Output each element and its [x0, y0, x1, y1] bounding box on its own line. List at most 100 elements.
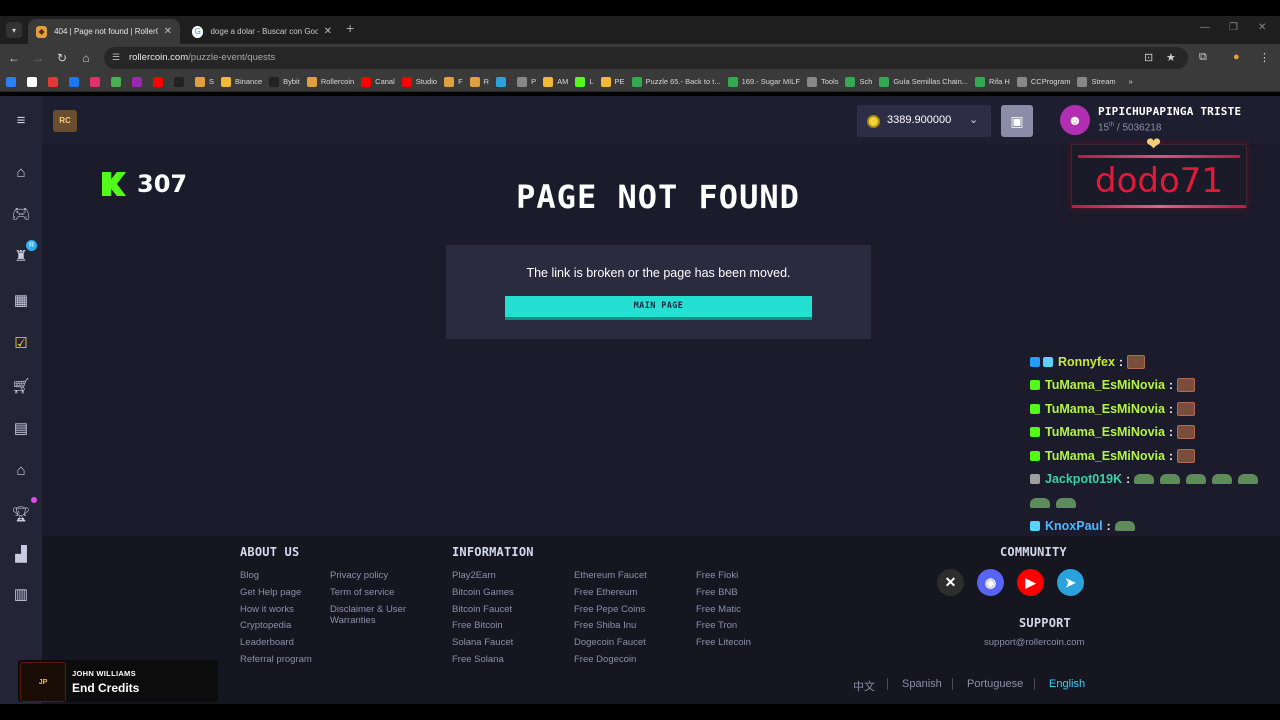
lang-spanish[interactable]: Spanish	[902, 678, 942, 690]
lang-portuguese[interactable]: Portuguese	[967, 678, 1023, 690]
discord-icon[interactable]: ◉	[977, 569, 1004, 596]
footer-link[interactable]: Free Ethereum	[574, 587, 637, 598]
trophy-icon[interactable]: 🏆︎	[11, 506, 31, 524]
profile-icon[interactable]: ●	[1233, 51, 1240, 63]
bookmark-item[interactable]: R	[469, 76, 489, 87]
footer-link[interactable]: Blog	[240, 570, 259, 581]
footer-link[interactable]: Privacy policy	[330, 570, 388, 581]
menu-toggle-icon[interactable]: ≡	[11, 112, 31, 130]
bookmark-item[interactable]: 169.- Sugar MILF	[727, 76, 800, 87]
bookmark-item[interactable]	[132, 76, 146, 87]
lang-english[interactable]: English	[1049, 678, 1085, 690]
bookmark-item[interactable]: S	[195, 76, 214, 87]
balance-selector[interactable]: 3389.900000 ⌄	[857, 105, 991, 137]
bookmark-item[interactable]: Sch	[845, 76, 872, 87]
avatar[interactable]: ☻	[1060, 105, 1090, 135]
bookmark-item[interactable]: Guía Semillas Chain...	[879, 76, 968, 87]
bookmark-item[interactable]	[174, 76, 188, 87]
more-bookmarks-icon[interactable]: »	[1129, 77, 1133, 86]
footer-link[interactable]: Free Tron	[696, 620, 737, 631]
close-icon[interactable]: ✕	[324, 26, 332, 37]
bookmark-item[interactable]	[69, 76, 83, 87]
bookmark-item[interactable]: Puzzle 65.- Back to t...	[631, 76, 721, 87]
tab-rollercoin[interactable]: ◆ 404 | Page not found | RollerCoin ✕	[28, 19, 180, 44]
footer-link[interactable]: Warranties	[330, 615, 376, 626]
footer-link[interactable]: Cryptopedia	[240, 620, 291, 631]
restore-icon[interactable]: ❐	[1229, 22, 1238, 33]
rank-icon[interactable]: ♜	[11, 248, 31, 266]
tab-search-button[interactable]: ▾	[6, 22, 22, 38]
factory-icon[interactable]: ▟	[11, 546, 31, 564]
footer-link[interactable]: Bitcoin Faucet	[452, 604, 512, 615]
bookmark-item[interactable]: Binance	[221, 76, 262, 87]
storage-icon[interactable]: ⌂	[11, 462, 31, 480]
close-window-icon[interactable]: ✕	[1258, 22, 1266, 33]
rollercoin-logo[interactable]: RC	[53, 110, 77, 132]
bookmark-item[interactable]: L	[575, 76, 594, 87]
bookmark-item[interactable]: Canal	[361, 76, 395, 87]
footer-link[interactable]: Ethereum Faucet	[574, 570, 647, 581]
bookmark-item[interactable]: Rollercoin	[306, 76, 354, 87]
footer-link[interactable]: Free Dogecoin	[574, 654, 636, 665]
footer-link[interactable]: How it works	[240, 604, 294, 615]
footer-link[interactable]: Get Help page	[240, 587, 301, 598]
cart-icon[interactable]: 🛒︎	[11, 378, 31, 396]
telegram-icon[interactable]: ➤	[1057, 569, 1084, 596]
bookmark-item[interactable]: Stream	[1077, 76, 1116, 87]
footer-link[interactable]: Free Pepe Coins	[574, 604, 645, 615]
support-email-link[interactable]: support@rollercoin.com	[984, 637, 1084, 648]
footer-link[interactable]: Bitcoin Games	[452, 587, 514, 598]
bookmark-item[interactable]	[27, 76, 41, 87]
chat-username[interactable]: TuMama_EsMiNovia	[1045, 425, 1165, 439]
bookmark-item[interactable]: Rifa H	[975, 76, 1010, 87]
marketplace-icon[interactable]: ▤	[11, 420, 31, 438]
chat-username[interactable]: TuMama_EsMiNovia	[1045, 378, 1165, 392]
install-icon[interactable]: ⊡	[1144, 51, 1153, 64]
youtube-icon[interactable]: ▶	[1017, 569, 1044, 596]
bookmark-item[interactable]: Studio	[401, 76, 437, 87]
footer-link[interactable]: Leaderboard	[240, 637, 294, 648]
bookmark-item[interactable]: AM	[543, 76, 568, 87]
bookmark-item[interactable]	[153, 76, 167, 87]
footer-link[interactable]: Free Solana	[452, 654, 504, 665]
inventory-icon[interactable]: ▦	[11, 292, 31, 310]
footer-link[interactable]: Referral program	[240, 654, 312, 665]
lang-chinese[interactable]: 中文	[853, 678, 875, 694]
footer-link[interactable]: Solana Faucet	[452, 637, 513, 648]
quests-icon[interactable]: ☑	[11, 335, 31, 353]
close-icon[interactable]: ✕	[164, 26, 172, 37]
bookmark-star-icon[interactable]: ★	[1166, 51, 1176, 64]
site-info-icon[interactable]: ☰	[112, 52, 124, 64]
chat-username[interactable]: Jackpot019K	[1045, 472, 1122, 486]
footer-link[interactable]: Term of service	[330, 587, 394, 598]
footer-link[interactable]: Dogecoin Faucet	[574, 637, 646, 648]
minimize-icon[interactable]: —	[1200, 22, 1210, 33]
footer-link[interactable]: Play2Earn	[452, 570, 496, 581]
reload-icon[interactable]: ↻	[54, 50, 70, 66]
bookmark-item[interactable]: PE	[600, 76, 625, 87]
bookmark-item[interactable]: P	[517, 76, 536, 87]
bookmark-item[interactable]	[496, 76, 510, 87]
footer-link[interactable]: Disclaimer & User	[330, 604, 406, 615]
bookmark-item[interactable]	[48, 76, 62, 87]
footer-link[interactable]: Free Matic	[696, 604, 741, 615]
gamepad-icon[interactable]: 🎮︎	[11, 206, 31, 224]
news-icon[interactable]: ▥	[11, 586, 31, 604]
bookmark-item[interactable]: Bybit	[269, 76, 300, 87]
more-menu-icon[interactable]: ⋮	[1259, 51, 1270, 64]
main-page-button[interactable]: MAIN PAGE	[505, 296, 812, 317]
footer-link[interactable]: Free Litecoin	[696, 637, 751, 648]
chat-username[interactable]: Ronnyfex	[1058, 355, 1115, 369]
bookmark-item[interactable]: CCProgram	[1016, 76, 1070, 87]
footer-link[interactable]: Free Floki	[696, 570, 738, 581]
wallet-button[interactable]: ▣	[1001, 105, 1033, 137]
bookmark-item[interactable]	[6, 76, 20, 87]
home-icon[interactable]: ⌂	[78, 50, 94, 66]
chat-username[interactable]: TuMama_EsMiNovia	[1045, 402, 1165, 416]
home-icon[interactable]: ⌂	[11, 164, 31, 182]
footer-link[interactable]: Free BNB	[696, 587, 738, 598]
new-tab-button[interactable]: +	[346, 20, 354, 36]
address-bar[interactable]: ☰ rollercoin.com/puzzle-event/quests ⊡ ★	[104, 47, 1188, 69]
bookmark-item[interactable]: Tools	[806, 76, 838, 87]
back-icon[interactable]: ←	[6, 50, 22, 66]
